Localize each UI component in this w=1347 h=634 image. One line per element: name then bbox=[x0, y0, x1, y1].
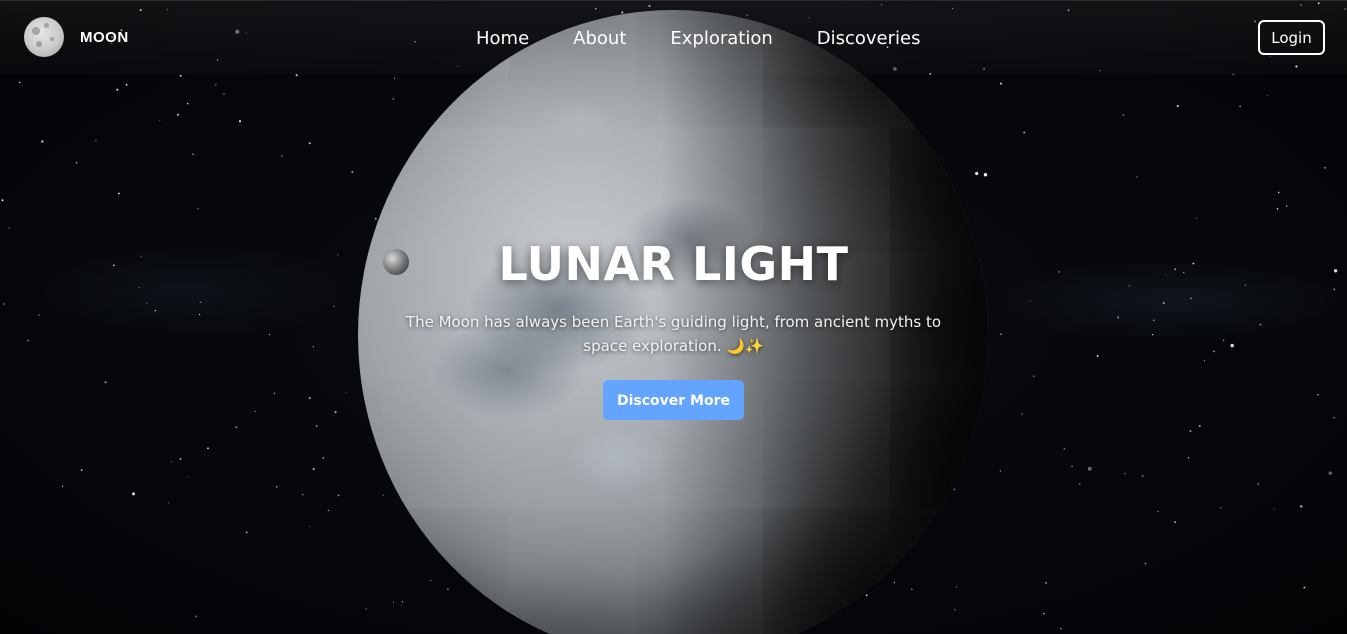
moon-logo-icon[interactable] bbox=[24, 17, 64, 57]
nav-link-home[interactable]: Home bbox=[476, 26, 529, 52]
nav-links: Home About Exploration Discoveries bbox=[476, 26, 920, 52]
hero-title: LUNAR LIGHT bbox=[498, 237, 849, 291]
login-button[interactable]: Login bbox=[1258, 20, 1325, 55]
nav-link-about[interactable]: About bbox=[573, 26, 626, 52]
hero-description: The Moon has always been Earth's guiding… bbox=[405, 313, 942, 355]
navbar: MOON Home About Exploration Discoveries … bbox=[0, 0, 1347, 74]
brand-name[interactable]: MOON bbox=[80, 29, 129, 46]
nav-link-discoveries[interactable]: Discoveries bbox=[817, 26, 921, 52]
page: MOON Home About Exploration Discoveries … bbox=[0, 0, 1347, 634]
discover-more-button[interactable]: Discover More bbox=[603, 380, 744, 420]
nav-link-exploration[interactable]: Exploration bbox=[670, 26, 772, 52]
hero-section: LUNAR LIGHT The Moon has always been Ear… bbox=[0, 230, 1347, 420]
